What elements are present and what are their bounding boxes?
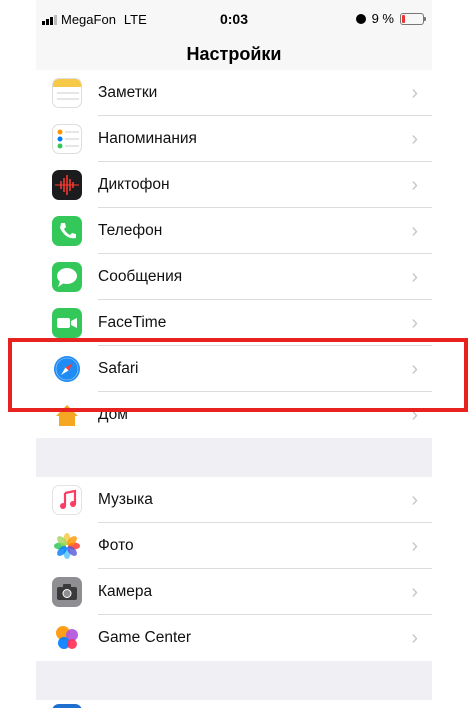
settings-group-partial: [36, 700, 432, 708]
voice-memos-icon: [52, 170, 82, 200]
chevron-right-icon: ›: [411, 489, 418, 511]
row-label: Game Center: [98, 629, 192, 646]
page-title: Настройки: [186, 44, 282, 64]
chevron-right-icon: ›: [411, 82, 418, 104]
app-icon: [52, 704, 82, 708]
settings-row-voice-memos[interactable]: Диктофон ›: [36, 162, 432, 208]
settings-row-camera[interactable]: Камера ›: [36, 569, 432, 615]
settings-row-photos[interactable]: Фото ›: [36, 523, 432, 569]
camera-icon: [52, 577, 82, 607]
chevron-right-icon: ›: [411, 220, 418, 242]
settings-row-phone[interactable]: Телефон ›: [36, 208, 432, 254]
reminders-icon: [52, 124, 82, 154]
alarm-icon: [355, 13, 366, 24]
photos-icon: [52, 531, 82, 561]
phone-icon: [52, 216, 82, 246]
status-bar: MegaFon LTE 0:03 9 %: [36, 0, 432, 38]
settings-row-reminders[interactable]: Напоминания ›: [36, 116, 432, 162]
row-label: Заметки: [98, 84, 158, 101]
chevron-right-icon: ›: [411, 128, 418, 150]
chevron-right-icon: ›: [411, 535, 418, 557]
facetime-icon: [52, 308, 82, 338]
battery-percent: 9 %: [371, 11, 394, 26]
row-label: Фото: [98, 537, 134, 554]
row-label: Диктофон: [98, 176, 170, 193]
row-label: Камера: [98, 583, 153, 600]
notes-icon: [52, 78, 82, 108]
settings-group-media: Музыка › Фото › Камера › Game Center ›: [36, 477, 432, 661]
music-icon: [52, 485, 82, 515]
messages-icon: [52, 262, 82, 292]
highlight-box: [8, 338, 468, 412]
chevron-right-icon: ›: [411, 581, 418, 603]
chevron-right-icon: ›: [411, 627, 418, 649]
game-center-icon: [52, 623, 82, 653]
settings-row-game-center[interactable]: Game Center ›: [36, 615, 432, 661]
row-label: Телефон: [98, 222, 163, 239]
settings-row-music[interactable]: Музыка ›: [36, 477, 432, 523]
settings-row-messages[interactable]: Сообщения ›: [36, 254, 432, 300]
row-label: Музыка: [98, 491, 153, 508]
settings-row-notes[interactable]: Заметки ›: [36, 70, 432, 116]
battery-icon: [400, 12, 426, 25]
row-label: Сообщения: [98, 268, 183, 285]
row-label: Напоминания: [98, 130, 197, 147]
chevron-right-icon: ›: [411, 266, 418, 288]
chevron-right-icon: ›: [411, 174, 418, 196]
battery-info: 9 %: [355, 11, 426, 26]
